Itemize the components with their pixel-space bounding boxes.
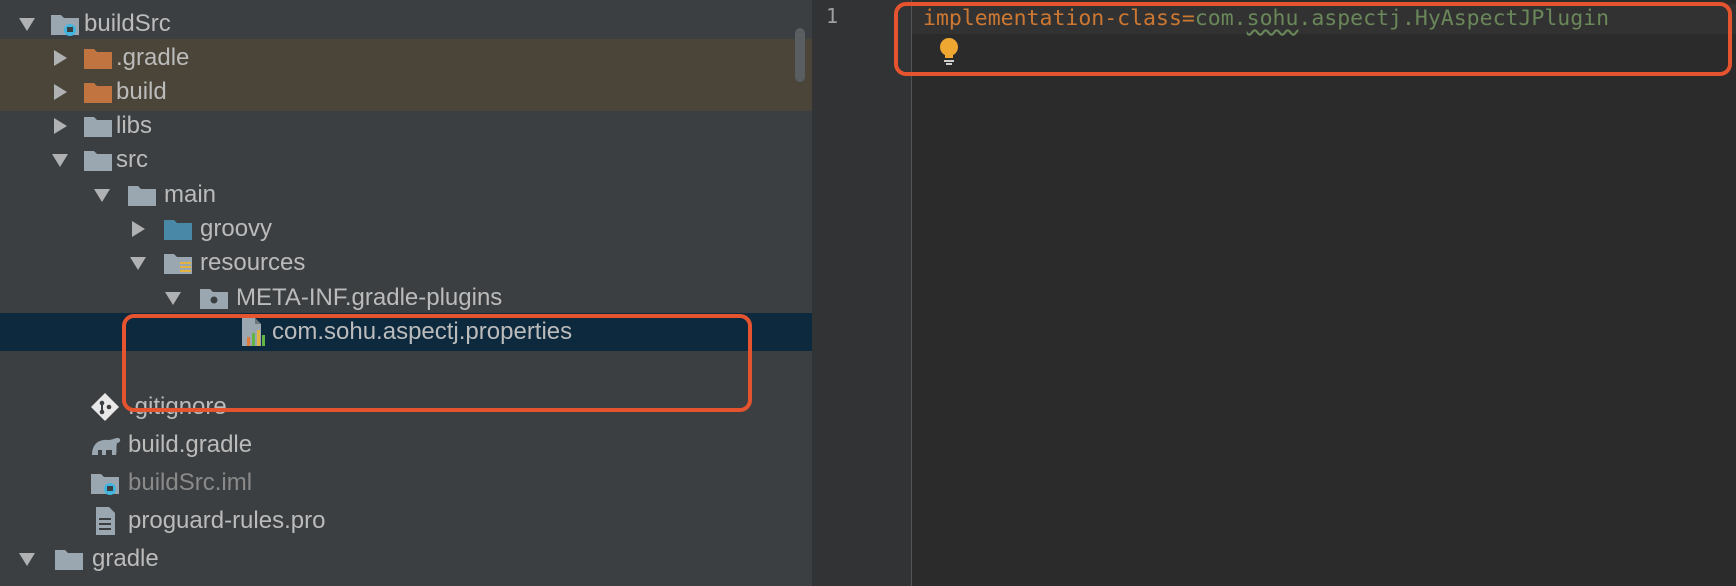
tree-item-buildsrc[interactable]: buildSrc [0,5,812,43]
tree-item-label: build [116,78,167,105]
collapsed-arrow-icon[interactable] [128,219,148,239]
excluded-folder-icon [83,46,113,70]
tree-item-label: main [164,181,217,208]
collapsed-arrow-icon[interactable] [50,82,70,102]
resources-folder-icon [163,251,193,275]
expanded-arrow-icon[interactable] [50,150,70,170]
tree-item-label: gradle [92,545,159,572]
line-number: 1 [826,4,839,28]
folder-icon [127,183,157,207]
tree-item-label: proguard-rules.pro [128,507,326,534]
expanded-arrow-icon[interactable] [92,185,112,205]
tree-item-proguard-rules[interactable]: proguard-rules.pro [0,502,812,540]
tree-item-gradle[interactable]: gradle [0,540,812,578]
tree-item-groovy[interactable]: groovy [0,210,812,248]
text-file-icon [94,506,124,536]
source-folder-icon [163,217,193,241]
expanded-arrow-icon[interactable] [17,549,37,569]
tree-scrollbar-thumb[interactable] [795,28,805,82]
project-tree-panel[interactable]: buildSrc .gradle build libs src main gro… [0,0,812,586]
highlight-box-editor [894,2,1732,76]
tree-item-label: build.gradle [128,431,253,458]
tree-item-src[interactable]: src [0,141,812,179]
gradle-file-icon [90,433,121,457]
tree-item-label: resources [200,249,306,276]
module-folder-icon [50,12,80,36]
expanded-arrow-icon[interactable] [128,253,148,273]
expanded-arrow-icon[interactable] [17,14,37,34]
highlight-box-tree [122,314,752,412]
folder-icon [83,148,113,172]
tree-item-label: .gradle [116,44,190,71]
iml-file-icon [90,471,120,495]
collapsed-arrow-icon[interactable] [50,116,70,136]
tree-item-build-gradle[interactable]: build.gradle [0,426,812,464]
tree-item-label: groovy [200,215,273,242]
tree-item-label: META-INF.gradle-plugins [236,284,503,311]
excluded-folder-icon [83,80,113,104]
tree-item-resources[interactable]: resources [0,244,812,282]
code-editor[interactable]: 1 implementation-class=com.sohu.aspectj.… [812,0,1736,586]
tree-item-label: buildSrc [84,10,171,37]
folder-icon [83,114,113,138]
tree-item-label: buildSrc.iml [128,469,253,496]
tree-item-main[interactable]: main [0,176,812,214]
tree-item-buildsrc-iml[interactable]: buildSrc.iml [0,464,812,502]
ide-window: buildSrc .gradle build libs src main gro… [0,0,1736,586]
tree-item-label: libs [116,112,153,139]
editor-gutter: 1 [812,0,912,586]
package-folder-icon [199,286,229,310]
tree-item-dot-gradle[interactable]: .gradle [0,39,812,77]
collapsed-arrow-icon[interactable] [50,48,70,68]
tree-item-libs[interactable]: libs [0,107,812,145]
tree-item-build[interactable]: build [0,73,812,111]
tree-item-label: src [116,146,148,173]
git-file-icon [90,392,120,422]
expanded-arrow-icon[interactable] [163,288,183,308]
tree-item-meta-inf[interactable]: META-INF.gradle-plugins [0,279,812,317]
folder-icon [54,547,84,571]
